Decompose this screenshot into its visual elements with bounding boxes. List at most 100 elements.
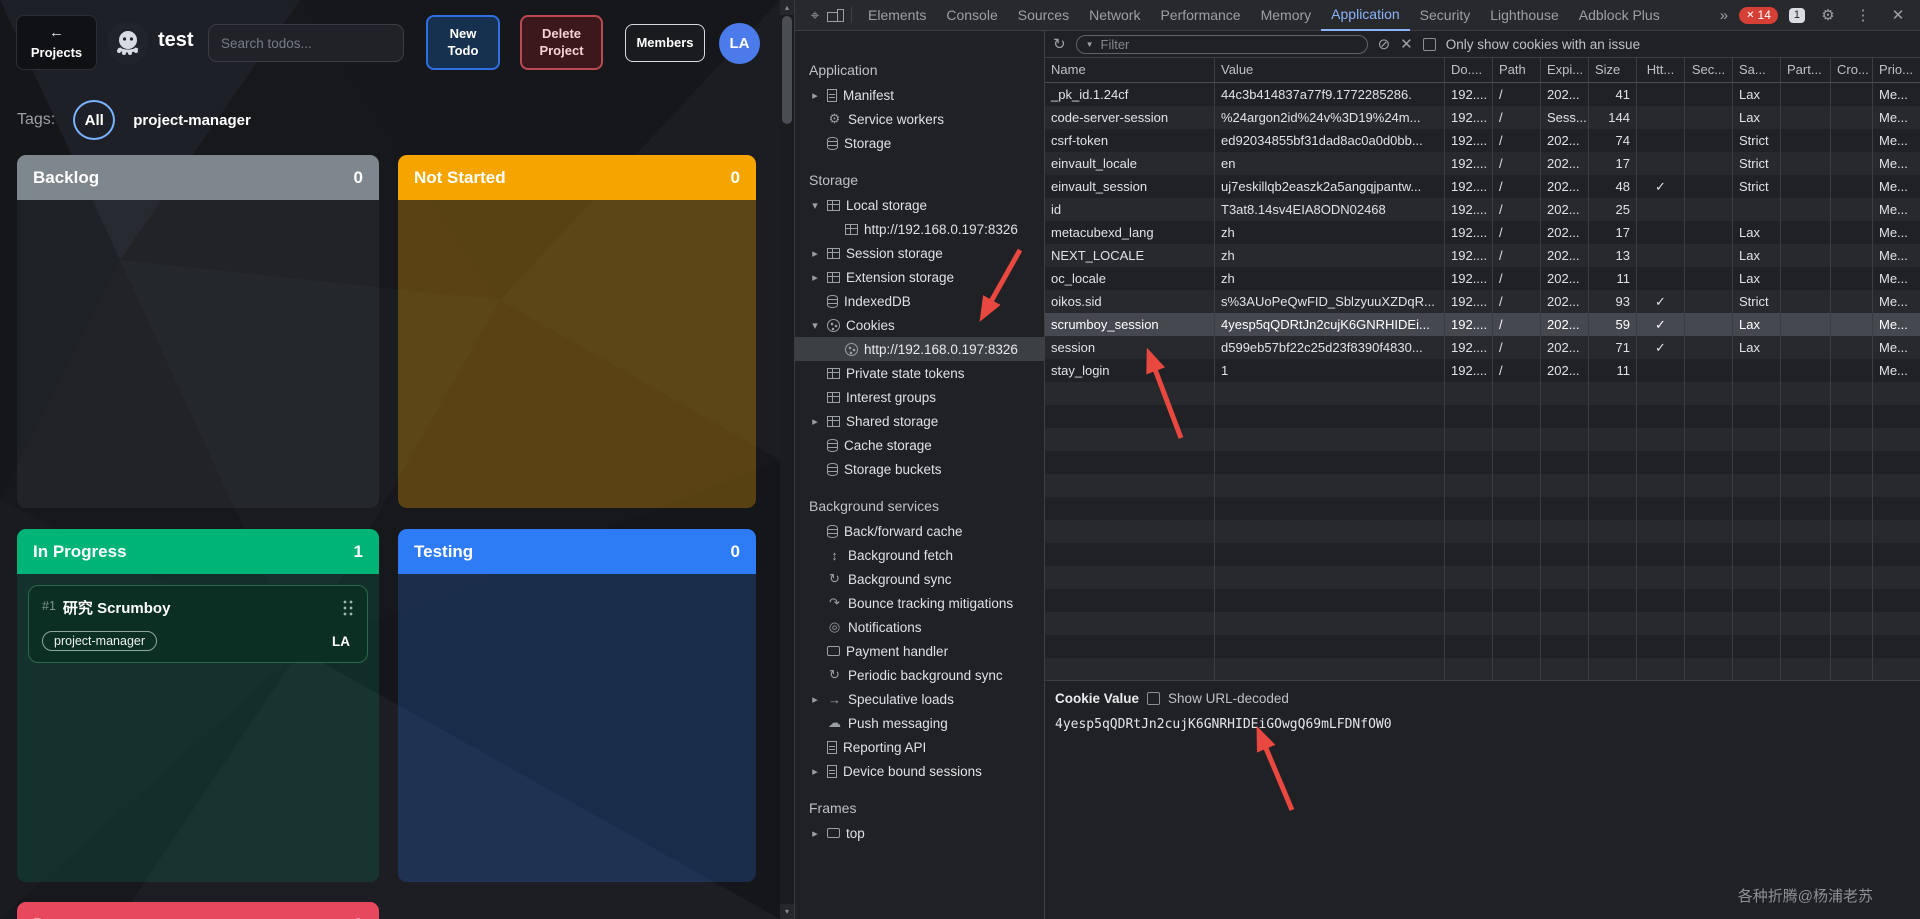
close-devtools-icon[interactable]: ✕ (1886, 6, 1910, 24)
new-todo-button[interactable]: New Todo (426, 15, 500, 70)
delete-project-button[interactable]: Delete Project (520, 15, 603, 70)
tree-item-top[interactable]: ▸ top (795, 821, 1044, 845)
settings-gear-icon[interactable]: ⚙ (1816, 6, 1840, 24)
tag-filter-all[interactable]: All (73, 100, 116, 140)
tab-elements[interactable]: Elements (858, 0, 936, 31)
column-header-size[interactable]: Size (1589, 58, 1637, 82)
tree-item-manifest[interactable]: ▸ Manifest (795, 83, 1044, 107)
expander-icon[interactable]: ▸ (809, 271, 821, 284)
expander-icon[interactable]: ▸ (809, 765, 821, 778)
tab-performance[interactable]: Performance (1150, 0, 1250, 31)
tree-item-notifications[interactable]: ◎ Notifications (795, 615, 1044, 639)
column-header-cro[interactable]: Cro... (1831, 58, 1873, 82)
tree-item-extension-storage[interactable]: ▸ Extension storage (795, 265, 1044, 289)
expander-icon[interactable]: ▾ (809, 199, 821, 212)
cookie-row-metacubexd-lang[interactable]: metacubexd_lang zh 192..../202... 17 Lax Me..… (1045, 221, 1920, 244)
error-badge[interactable]: ✕ 14 (1739, 6, 1778, 24)
tab-memory[interactable]: Memory (1251, 0, 1322, 31)
tree-item-speculative-loads[interactable]: ▸ → Speculative loads (795, 687, 1044, 711)
more-tabs-icon[interactable]: » (1720, 7, 1728, 24)
column-header-sa[interactable]: Sa... (1733, 58, 1781, 82)
expander-icon[interactable]: ▸ (809, 89, 821, 102)
cookie-row-einvault-session[interactable]: einvault_session uj7eskillqb2easzk2a5angq… (1045, 175, 1920, 198)
column-header-do[interactable]: Do.... (1445, 58, 1493, 82)
tab-lighthouse[interactable]: Lighthouse (1480, 0, 1569, 31)
expander-icon[interactable]: ▸ (809, 247, 821, 260)
column-header-sec[interactable]: Sec... (1685, 58, 1733, 82)
cookie-row-oc-locale[interactable]: oc_locale zh 192..../202... 11 Lax Me... (1045, 267, 1920, 290)
refresh-icon[interactable]: ↻ (1053, 35, 1066, 53)
app-logo-octopus[interactable] (107, 22, 149, 64)
search-todos-input[interactable] (208, 24, 404, 62)
cookie-row-stay-login[interactable]: stay_login 1 192..../202... 11 Me... (1045, 359, 1920, 382)
tab-adblock-plus[interactable]: Adblock Plus (1569, 0, 1670, 31)
tree-item-local-storage[interactable]: ▾ Local storage (795, 193, 1044, 217)
tree-item-interest-groups[interactable]: Interest groups (795, 385, 1044, 409)
todo-card[interactable]: #1 研究 Scrumboy project-manager LA (28, 585, 368, 663)
tree-item-http-192-168-0-197-8326[interactable]: http://192.168.0.197:8326 (795, 217, 1044, 241)
tab-sources[interactable]: Sources (1008, 0, 1079, 31)
tab-console[interactable]: Console (936, 0, 1007, 31)
tree-item-payment-handler[interactable]: Payment handler (795, 639, 1044, 663)
tab-application[interactable]: Application (1321, 0, 1410, 31)
cookie-row-einvault-locale[interactable]: einvault_locale en 192..../202... 17 Strict M… (1045, 152, 1920, 175)
message-badge[interactable]: 1 (1788, 7, 1805, 23)
scroll-up-icon[interactable]: ▴ (780, 0, 794, 15)
column-header-value[interactable]: Value (1215, 58, 1445, 82)
tree-item-bounce-tracking-mitigations[interactable]: ↷ Bounce tracking mitigations (795, 591, 1044, 615)
tree-item-background-fetch[interactable]: ↕ Background fetch (795, 543, 1044, 567)
column-header-expi[interactable]: Expi... (1541, 58, 1589, 82)
clear-all-icon[interactable]: ⊘ (1378, 35, 1391, 53)
show-url-decoded-checkbox[interactable] (1147, 692, 1161, 705)
cookie-row-oikos-sid[interactable]: oikos.sid s%3AUoPeQwFID_SblzyuuXZDqR... 19… (1045, 290, 1920, 313)
page-scrollbar[interactable]: ▴ ▾ (780, 0, 794, 919)
tree-item-push-messaging[interactable]: ☁ Push messaging (795, 711, 1044, 735)
expander-icon[interactable]: ▸ (809, 827, 821, 840)
tree-item-private-state-tokens[interactable]: Private state tokens (795, 361, 1044, 385)
cookie-row-csrf-token[interactable]: csrf-token ed92034855bf31dad8ac0a0d0bb...… (1045, 129, 1920, 152)
cookie-row-id[interactable]: id T3at8.14sv4EIA8ODN02468 192..../202... 2… (1045, 198, 1920, 221)
tree-item-shared-storage[interactable]: ▸ Shared storage (795, 409, 1044, 433)
inspect-element-icon[interactable]: ⌖ (803, 7, 827, 24)
tree-item-periodic-background-sync[interactable]: ↻ Periodic background sync (795, 663, 1044, 687)
filter-input[interactable]: ▼ Filter (1075, 34, 1368, 54)
column-header-part[interactable]: Part... (1781, 58, 1831, 82)
tree-item-service-workers[interactable]: ⚙ Service workers (795, 107, 1044, 131)
delete-cookie-icon[interactable]: ✕ (1400, 35, 1413, 53)
user-avatar[interactable]: LA (719, 23, 760, 64)
tab-security[interactable]: Security (1410, 0, 1481, 31)
members-button[interactable]: Members (625, 24, 705, 62)
expander-icon[interactable]: ▾ (809, 319, 821, 332)
tree-item-http-192-168-0-197-8326[interactable]: http://192.168.0.197:8326 (795, 337, 1044, 361)
cookie-row-session[interactable]: session d599eb57bf22c25d23f8390f4830... 19… (1045, 336, 1920, 359)
tree-item-storage[interactable]: Storage (795, 131, 1044, 155)
tree-item-device-bound-sessions[interactable]: ▸ Device bound sessions (795, 759, 1044, 783)
cookie-row-next-locale[interactable]: NEXT_LOCALE zh 192..../202... 13 Lax Me... (1045, 244, 1920, 267)
expander-icon[interactable]: ▸ (809, 693, 821, 706)
column-header-prio[interactable]: Prio... (1873, 58, 1920, 82)
kebab-menu-icon[interactable]: ⋮ (1851, 6, 1875, 24)
tree-item-back-forward-cache[interactable]: Back/forward cache (795, 519, 1044, 543)
scroll-down-icon[interactable]: ▾ (780, 904, 794, 919)
tag-filter-project-manager[interactable]: project-manager (133, 112, 251, 129)
cookie-row-pk-id-1-24cf[interactable]: _pk_id.1.24cf 44c3b414837a77f9.1772285286… (1045, 83, 1920, 106)
device-toolbar-icon[interactable] (827, 8, 845, 22)
cookie-row-code-server-session[interactable]: code-server-session %24argon2id%24v%3D19%… (1045, 106, 1920, 129)
tree-item-cookies[interactable]: ▾ Cookies (795, 313, 1044, 337)
tree-item-reporting-api[interactable]: Reporting API (795, 735, 1044, 759)
issues-only-checkbox[interactable] (1422, 37, 1436, 51)
column-header-name[interactable]: Name (1045, 58, 1215, 82)
projects-button[interactable]: ← Projects (16, 15, 97, 70)
cookie-row-scrumboy-session[interactable]: scrumboy_session 4yesp5qQDRtJn2cujK6GNRHI… (1045, 313, 1920, 336)
tree-item-cache-storage[interactable]: Cache storage (795, 433, 1044, 457)
tree-item-background-sync[interactable]: ↻ Background sync (795, 567, 1044, 591)
column-header-path[interactable]: Path (1493, 58, 1541, 82)
tree-item-indexeddb[interactable]: IndexedDB (795, 289, 1044, 313)
tree-item-storage-buckets[interactable]: Storage buckets (795, 457, 1044, 481)
scrollbar-thumb[interactable] (782, 16, 792, 124)
tab-network[interactable]: Network (1079, 0, 1150, 31)
drag-handle-icon[interactable] (342, 599, 354, 616)
expander-icon[interactable]: ▸ (809, 415, 821, 428)
column-header-htt[interactable]: Htt... (1637, 58, 1685, 82)
tree-item-session-storage[interactable]: ▸ Session storage (795, 241, 1044, 265)
